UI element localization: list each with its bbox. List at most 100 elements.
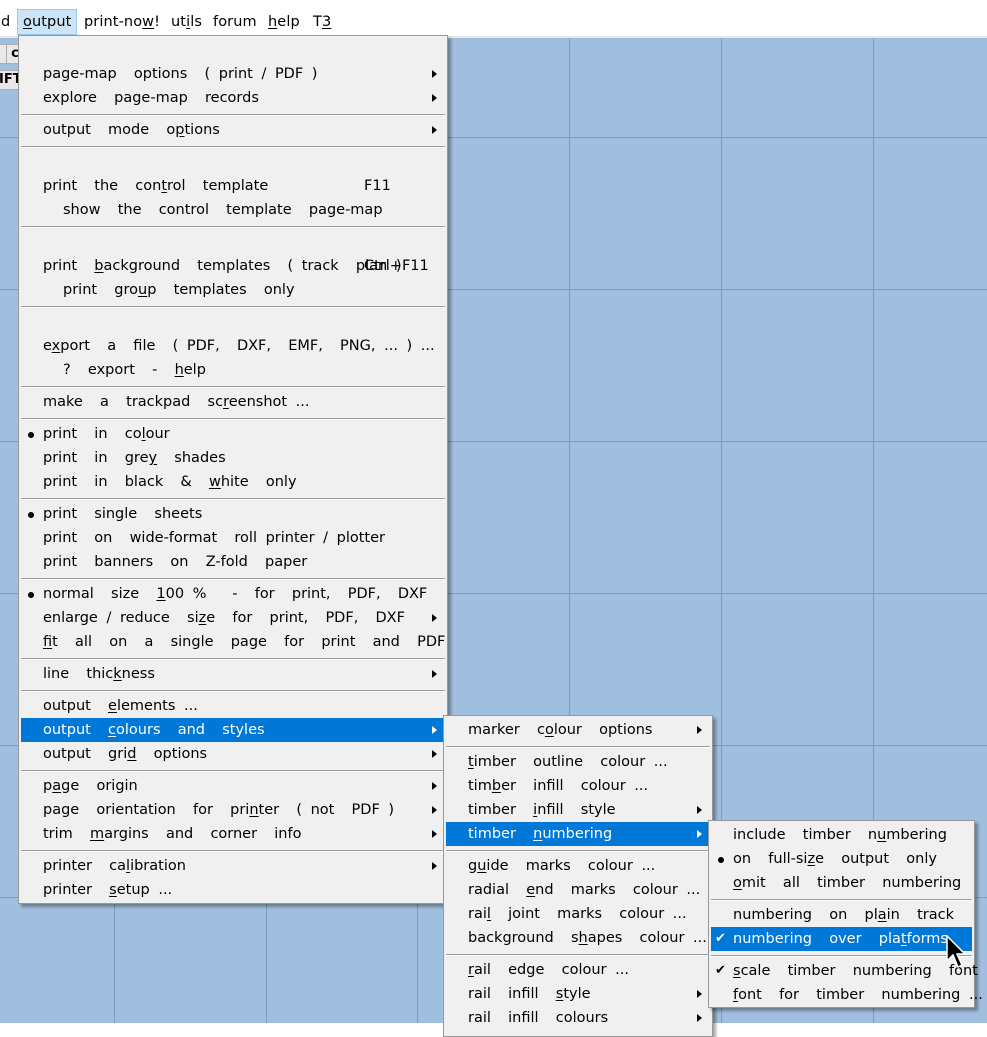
menu-item-page-map-options[interactable]: page-map options ( print / PDF ) <box>21 62 445 86</box>
label-part: print gro <box>63 282 139 298</box>
label-part: e <box>43 338 52 354</box>
label: numbering on plain track <box>733 903 954 927</box>
mnemonic: s <box>109 882 117 898</box>
label-part: mit all timber numbering <box>741 875 962 891</box>
menu-item-background-shapes-colour[interactable]: background shapes colour ... <box>446 926 710 950</box>
menu-forum[interactable]: forum <box>208 10 262 34</box>
submenu-arrow-icon <box>432 806 437 814</box>
label-part: timber <box>468 802 534 818</box>
label-part: ge origin <box>61 778 138 794</box>
menu-utils[interactable]: utils <box>166 10 207 34</box>
menu-item-rail-edge-colour[interactable]: rail edge colour ... <box>446 958 710 982</box>
menu-item-rail-infill-colours[interactable]: rail infill colours <box>446 1006 710 1030</box>
menu-item-print-wide-format[interactable]: print on wide-format roll printer / plot… <box>21 526 445 550</box>
menu-item-include-timber-numbering[interactable]: include timber numbering <box>711 823 972 847</box>
label: show the control template page-map <box>63 202 383 218</box>
menu-item-print-group-templates[interactable]: print group templates only <box>21 278 445 302</box>
label: enlarge / reduce size for print, PDF, DX… <box>43 606 405 630</box>
menu-item-line-thickness[interactable]: line thickness <box>21 662 445 686</box>
submenu-arrow-icon <box>697 726 702 734</box>
label-part: er infill colour ... <box>501 778 649 794</box>
separator <box>21 226 445 228</box>
menu-item-numbering-on-plain-track[interactable]: numbering on plain track <box>711 903 972 927</box>
menu-item-export-help[interactable]: ? export - help <box>21 358 445 382</box>
menu-item-printer-calibration[interactable]: printer calibration <box>21 854 445 878</box>
menu-item-guide-marks-colour[interactable]: guide marks colour ... <box>446 854 710 878</box>
label: numbering over platforms <box>733 927 948 951</box>
label: output grid options <box>43 742 207 766</box>
label-part: radial <box>468 882 527 898</box>
menu-item-marker-colour-options[interactable]: marker colour options <box>446 718 710 742</box>
checkmark-icon: ✔ <box>715 931 726 946</box>
menu-item-full-size-output-only[interactable]: on full-size output only <box>711 847 972 871</box>
menu-item-show-control-page-map[interactable]: show the control template page-map <box>21 198 445 222</box>
label-part: ackground templates ( track plan ) <box>103 258 402 274</box>
label: ? export - help <box>63 358 206 382</box>
menu-item-timber-numbering[interactable]: timber numbering <box>446 822 710 846</box>
menu-item-trackpad-screenshot[interactable]: make a trackpad screenshot ... <box>21 390 445 414</box>
menu-item-print-in-colour[interactable]: print in colour <box>21 422 445 446</box>
menu-item-print-control-template[interactable]: print the control template F11 <box>21 174 445 198</box>
label-part: marker c <box>468 722 545 738</box>
menu-item-rail-joint-marks-colour[interactable]: rail joint marks colour ... <box>446 902 710 926</box>
mnemonic: h <box>578 930 588 946</box>
menu-item-printer-setup[interactable]: printer setup ... <box>21 878 445 902</box>
menu-item-omit-all-timber-numbering[interactable]: omit all timber numbering <box>711 871 972 895</box>
menu-item-output-grid-options[interactable]: output grid options <box>21 742 445 766</box>
menu-item-timber-infill-colour[interactable]: timber infill colour ... <box>446 774 710 798</box>
menu-item-timber-outline-colour[interactable]: timber outline colour ... <box>446 750 710 774</box>
menu-item-print-background-templates[interactable]: print background templates ( track plan … <box>21 254 445 278</box>
separator <box>21 770 445 772</box>
menu-item-font-for-timber-numbering[interactable]: font for timber numbering ... <box>711 983 983 1007</box>
menu-help[interactable]: help <box>263 10 305 34</box>
label-part: e output only <box>815 851 937 867</box>
mnemonic: h <box>174 362 184 378</box>
label: background shapes colour ... <box>468 926 707 950</box>
menu-item-scale-timber-numbering-font[interactable]: ✔ scale timber numbering font <box>711 959 978 983</box>
menu-item-page-origin[interactable]: page origin <box>21 774 445 798</box>
menu-item-fit-all[interactable]: fit all on a single page for print and P… <box>21 630 445 654</box>
label: scale timber numbering font <box>733 959 978 983</box>
menu-item-output-mode-options[interactable]: output mode options <box>21 118 445 142</box>
menu-item-export-file[interactable]: export a file ( PDF, DXF, EMF, PNG, ... … <box>21 334 445 358</box>
menu-item-rail-infill-style[interactable]: rail infill style <box>446 982 710 1006</box>
menu-item-timber-infill-style[interactable]: timber infill style <box>446 798 710 822</box>
menu-bar: d output print-now! utils forum help T3 <box>0 0 987 36</box>
menu-item-radial-end-marks-colour[interactable]: radial end marks colour ... <box>446 878 710 902</box>
label-part: background s <box>468 930 579 946</box>
label-part: output <box>43 722 109 738</box>
label: print on wide-format roll printer / plot… <box>43 530 386 546</box>
label: page-map options ( print / PDF ) <box>43 66 318 82</box>
menu-item-page-orientation[interactable]: page orientation for printer ( not PDF ) <box>21 798 445 822</box>
label: rail infill colours <box>468 1010 609 1026</box>
mnemonic: f <box>43 634 53 650</box>
menu-item-trim-margins[interactable]: trim margins and corner info <box>21 822 445 846</box>
menu-item-print-black-white[interactable]: print in black & white only <box>21 470 445 494</box>
menu-item-numbering-over-platforms[interactable]: ✔ numbering over platforms <box>711 927 972 951</box>
label-part: it all on a single page for print and PD… <box>52 634 446 650</box>
menu-output[interactable]: output <box>17 9 78 35</box>
menu-item-print-single-sheets[interactable]: print single sheets <box>21 502 445 526</box>
menu-item-explore-page-map[interactable]: explore page-map records <box>21 86 445 110</box>
label-part: umbering <box>542 826 613 842</box>
menu-t3[interactable]: T3 <box>308 10 336 34</box>
label-part: ail edge colour ... <box>473 962 629 978</box>
menu-item-output-elements[interactable]: output elements ... <box>21 694 445 718</box>
mnemonic: n <box>249 802 259 818</box>
label-part: rai <box>468 906 487 922</box>
mnemonic: n <box>533 826 543 842</box>
menu-item-normal-size[interactable]: normal size 100 % - for print, PDF, DXF <box>21 582 445 606</box>
menu-item-output-colours-and-styles[interactable]: output colours and styles <box>21 718 445 742</box>
separator <box>21 418 445 420</box>
mnemonic: x <box>51 338 61 354</box>
menu-print-now[interactable]: print-now! <box>79 10 165 34</box>
label: print in colour <box>43 422 170 446</box>
menu-edit-partial[interactable]: d <box>0 10 15 34</box>
label-part: p templates only <box>147 282 295 298</box>
menu-item-print-banners[interactable]: print banners on Z-fold paper <box>21 550 445 574</box>
label-pre: print-no <box>84 14 143 30</box>
menu-item-enlarge-reduce[interactable]: enlarge / reduce size for print, PDF, DX… <box>21 606 445 630</box>
submenu-arrow-icon <box>432 126 437 134</box>
menu-item-print-in-grey[interactable]: print in grey shades <box>21 446 445 470</box>
mnemonic: 1 <box>156 586 166 602</box>
